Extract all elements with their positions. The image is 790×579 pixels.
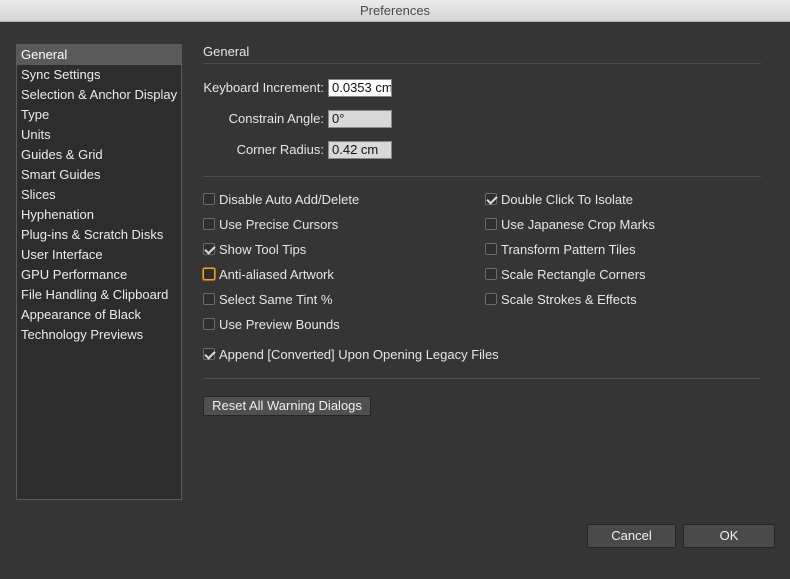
disable-auto-add-delete-label: Disable Auto Add/Delete [219,191,360,207]
corner-radius-input[interactable]: 0.42 cm [328,141,392,159]
preferences-sidebar: General Sync Settings Selection & Anchor… [16,44,182,500]
sidebar-item-file-handling-clipboard[interactable]: File Handling & Clipboard [17,285,181,305]
keyboard-increment-input[interactable]: 0.0353 cm [328,79,392,97]
scale-strokes-effects-option[interactable]: Scale Strokes & Effects [485,291,637,307]
constrain-angle-label: Constrain Angle: [228,111,324,126]
use-preview-bounds-label: Use Preview Bounds [219,316,340,332]
select-same-tint-checkbox[interactable] [203,293,215,305]
use-precise-cursors-option[interactable]: Use Precise Cursors [203,216,338,232]
show-tool-tips-option[interactable]: Show Tool Tips [203,241,306,257]
scale-strokes-effects-checkbox[interactable] [485,293,497,305]
sidebar-item-general[interactable]: General [17,45,181,65]
show-tool-tips-label: Show Tool Tips [219,241,307,257]
disable-auto-add-delete-checkbox[interactable] [203,193,215,205]
disable-auto-add-delete-option[interactable]: Disable Auto Add/Delete [203,191,359,207]
use-preview-bounds-checkbox[interactable] [203,318,215,330]
anti-aliased-artwork-label: Anti-aliased Artwork [219,266,334,282]
divider [203,63,761,64]
transform-pattern-tiles-checkbox[interactable] [485,243,497,255]
double-click-to-isolate-option[interactable]: Double Click To Isolate [485,191,633,207]
sidebar-item-units[interactable]: Units [17,125,181,145]
ok-button[interactable]: OK [683,524,775,548]
select-same-tint-option[interactable]: Select Same Tint % [203,291,332,307]
scale-rectangle-corners-label: Scale Rectangle Corners [501,266,646,282]
double-click-to-isolate-checkbox[interactable] [485,193,497,205]
use-japanese-crop-marks-checkbox[interactable] [485,218,497,230]
sidebar-item-type[interactable]: Type [17,105,181,125]
anti-aliased-artwork-checkbox[interactable] [203,268,215,280]
append-converted-label: Append [Converted] Upon Opening Legacy F… [219,346,499,362]
scale-strokes-effects-label: Scale Strokes & Effects [501,291,637,307]
double-click-to-isolate-label: Double Click To Isolate [501,191,633,207]
keyboard-increment-label: Keyboard Increment: [203,80,324,95]
show-tool-tips-checkbox[interactable] [203,243,215,255]
cancel-button[interactable]: Cancel [587,524,676,548]
transform-pattern-tiles-option[interactable]: Transform Pattern Tiles [485,241,636,257]
constrain-angle-input[interactable]: 0° [328,110,392,128]
use-precise-cursors-label: Use Precise Cursors [219,216,339,232]
use-precise-cursors-checkbox[interactable] [203,218,215,230]
sidebar-item-plugins-scratch-disks[interactable]: Plug-ins & Scratch Disks [17,225,181,245]
section-title: General [203,44,250,59]
scale-rectangle-corners-option[interactable]: Scale Rectangle Corners [485,266,646,282]
sidebar-item-user-interface[interactable]: User Interface [17,245,181,265]
sidebar-item-gpu-performance[interactable]: GPU Performance [17,265,181,285]
scale-rectangle-corners-checkbox[interactable] [485,268,497,280]
append-converted-checkbox[interactable] [203,348,215,360]
sidebar-item-technology-previews[interactable]: Technology Previews [17,325,181,345]
transform-pattern-tiles-label: Transform Pattern Tiles [501,241,636,257]
window-title: Preferences [359,3,431,18]
append-converted-option[interactable]: Append [Converted] Upon Opening Legacy F… [203,346,499,362]
sidebar-item-selection-anchor-display[interactable]: Selection & Anchor Display [17,85,181,105]
sidebar-item-guides-grid[interactable]: Guides & Grid [17,145,181,165]
use-japanese-crop-marks-option[interactable]: Use Japanese Crop Marks [485,216,655,232]
reset-warning-dialogs-button[interactable]: Reset All Warning Dialogs [203,396,371,416]
use-japanese-crop-marks-label: Use Japanese Crop Marks [501,216,655,232]
sidebar-item-slices[interactable]: Slices [17,185,181,205]
sidebar-item-appearance-of-black[interactable]: Appearance of Black [17,305,181,325]
window-title-bar: Preferences [0,0,790,22]
select-same-tint-label: Select Same Tint % [219,291,333,307]
sidebar-item-hyphenation[interactable]: Hyphenation [17,205,181,225]
corner-radius-label: Corner Radius: [236,142,324,157]
divider [203,378,761,379]
anti-aliased-artwork-option[interactable]: Anti-aliased Artwork [203,266,334,282]
sidebar-item-smart-guides[interactable]: Smart Guides [17,165,181,185]
divider [203,176,761,177]
use-preview-bounds-option[interactable]: Use Preview Bounds [203,316,340,332]
sidebar-item-sync-settings[interactable]: Sync Settings [17,65,181,85]
